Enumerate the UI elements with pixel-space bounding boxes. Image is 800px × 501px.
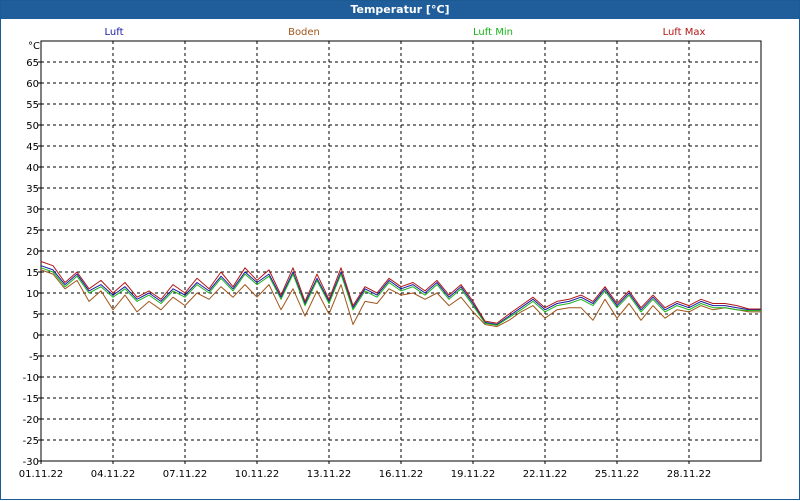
y-tick-label: -20 bbox=[23, 415, 39, 426]
y-axis-unit-label: °C bbox=[28, 41, 40, 52]
y-tick-label: 45 bbox=[26, 142, 39, 153]
temperature-chart: °C 65605550454035302520151050-5-10-15-20… bbox=[19, 27, 762, 480]
y-tick-label: 5 bbox=[33, 310, 39, 321]
legend-entry-1: Boden bbox=[288, 27, 320, 38]
x-tick-label: 28.11.22 bbox=[667, 469, 712, 480]
legend-entry-0: Luft bbox=[105, 27, 124, 38]
y-tick-label: -25 bbox=[23, 436, 39, 447]
y-tick-label: -10 bbox=[23, 373, 39, 384]
grid-lines bbox=[41, 41, 761, 462]
y-tick-label: 40 bbox=[26, 163, 39, 174]
x-tick-label: 25.11.22 bbox=[595, 469, 640, 480]
x-tick-label: 22.11.22 bbox=[523, 469, 568, 480]
y-tick-label: 20 bbox=[26, 247, 39, 258]
legend-entry-3: Luft Max bbox=[663, 27, 706, 38]
x-tick-label: 10.11.22 bbox=[235, 469, 280, 480]
x-tick-label: 13.11.22 bbox=[307, 469, 352, 480]
y-tick-label: 15 bbox=[26, 268, 39, 279]
x-axis-ticks: 01.11.22 04.11.22 07.11.22 10.11.22 13.11.22… bbox=[19, 461, 712, 480]
y-tick-label: 0 bbox=[33, 331, 39, 342]
y-tick-label: 55 bbox=[26, 100, 39, 111]
x-tick-label: 01.11.22 bbox=[19, 469, 64, 480]
chart-window: Temperatur [°C] °C 65 60 55 50 45 40 35 30 25 20 1… bbox=[0, 0, 800, 500]
y-tick-label: 30 bbox=[26, 205, 39, 216]
y-tick-label: 65 bbox=[26, 58, 39, 69]
y-tick-label: -5 bbox=[29, 352, 39, 363]
y-tick-label: -15 bbox=[23, 394, 39, 405]
y-axis-ticks: 65605550454035302520151050-5-10-15-20-25… bbox=[23, 58, 41, 468]
legend-entry-2: Luft Min bbox=[473, 27, 513, 38]
y-tick-label: 35 bbox=[26, 184, 39, 195]
x-tick-label: 07.11.22 bbox=[163, 469, 208, 480]
x-tick-label: 19.11.22 bbox=[451, 469, 496, 480]
y-tick-label: 60 bbox=[26, 79, 39, 90]
y-tick-label: -30 bbox=[23, 457, 39, 468]
y-tick-label: 25 bbox=[26, 226, 39, 237]
x-tick-label: 04.11.22 bbox=[91, 469, 136, 480]
y-tick-label: 10 bbox=[26, 289, 39, 300]
legend: Luft Boden Luft Min Luft Max bbox=[105, 27, 706, 38]
x-tick-label: 16.11.22 bbox=[379, 469, 424, 480]
y-tick-label: 50 bbox=[26, 121, 39, 132]
